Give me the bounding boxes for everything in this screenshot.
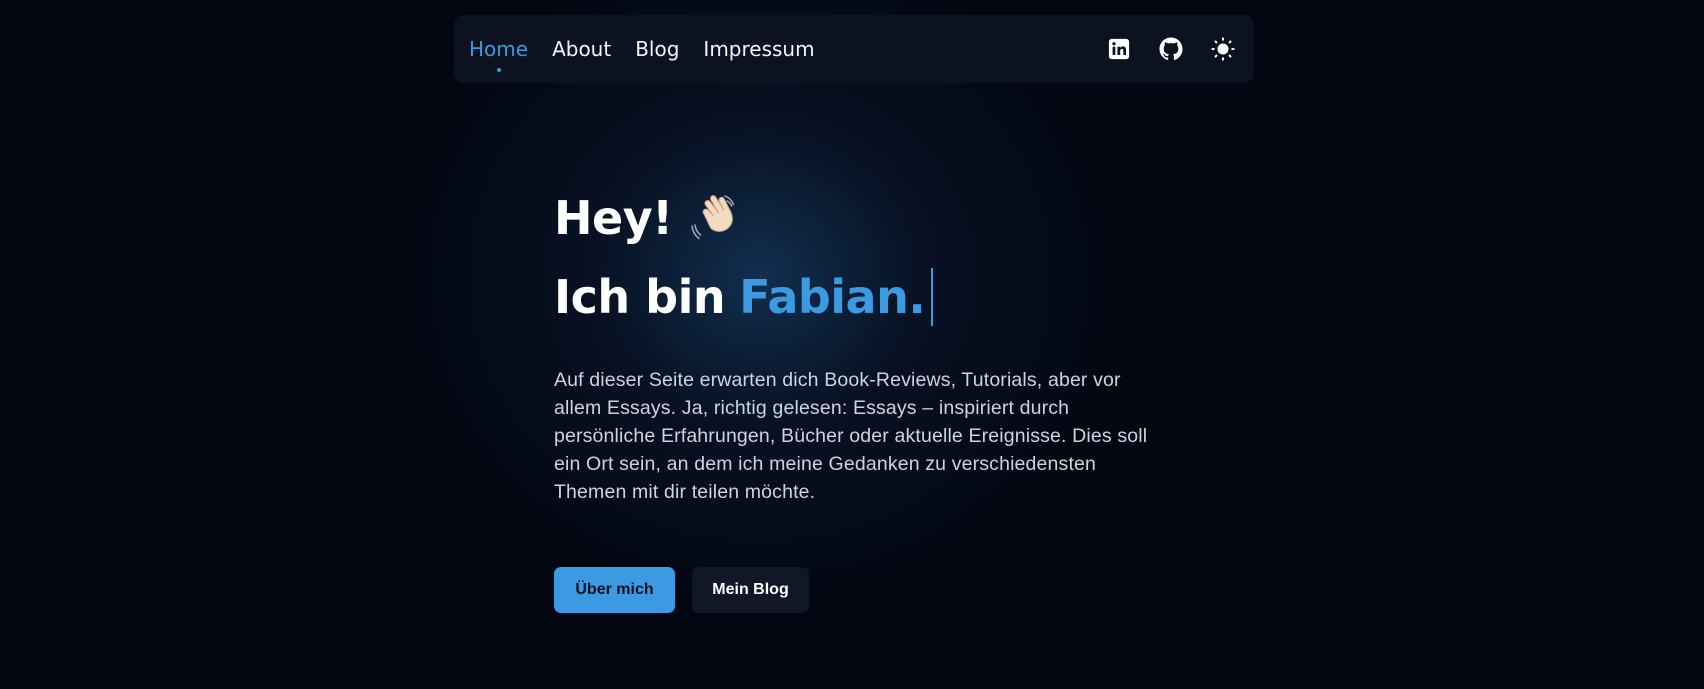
- nav-link-about[interactable]: About: [552, 37, 611, 61]
- github-icon[interactable]: [1159, 37, 1183, 61]
- active-indicator-dot: [496, 68, 501, 72]
- about-me-button[interactable]: Über mich: [554, 567, 675, 613]
- typing-cursor: [931, 268, 934, 326]
- sun-icon[interactable]: [1211, 37, 1235, 61]
- page: Home About Blog Impressum Hey! Ich bin F…: [0, 0, 1704, 689]
- hero-greeting: Hey!: [554, 191, 673, 245]
- hero-intro-prefix: Ich bin: [554, 270, 726, 324]
- hero-buttons: Über mich Mein Blog: [554, 567, 809, 613]
- navbar: Home About Blog Impressum: [454, 15, 1254, 83]
- linkedin-icon[interactable]: [1107, 37, 1131, 61]
- nav-link-blog[interactable]: Blog: [635, 37, 679, 61]
- nav-link-impressum[interactable]: Impressum: [703, 37, 814, 61]
- hero-description: Auf dieser Seite erwarten dich Book-Revi…: [554, 369, 1148, 503]
- hero-name: Fabian.: [739, 270, 926, 324]
- hero-greeting-line: Hey!: [554, 190, 1174, 246]
- nav-icons: [1107, 37, 1239, 61]
- waving-hand-icon: [689, 192, 741, 244]
- nav-links: Home About Blog Impressum: [469, 37, 815, 72]
- hero-section: Hey! Ich bin Fabian. Auf dieser Seite er…: [554, 190, 1174, 526]
- nav-link-home[interactable]: Home: [469, 37, 528, 72]
- hero-intro-line: Ich bin Fabian.: [554, 268, 1174, 326]
- my-blog-button[interactable]: Mein Blog: [692, 567, 809, 613]
